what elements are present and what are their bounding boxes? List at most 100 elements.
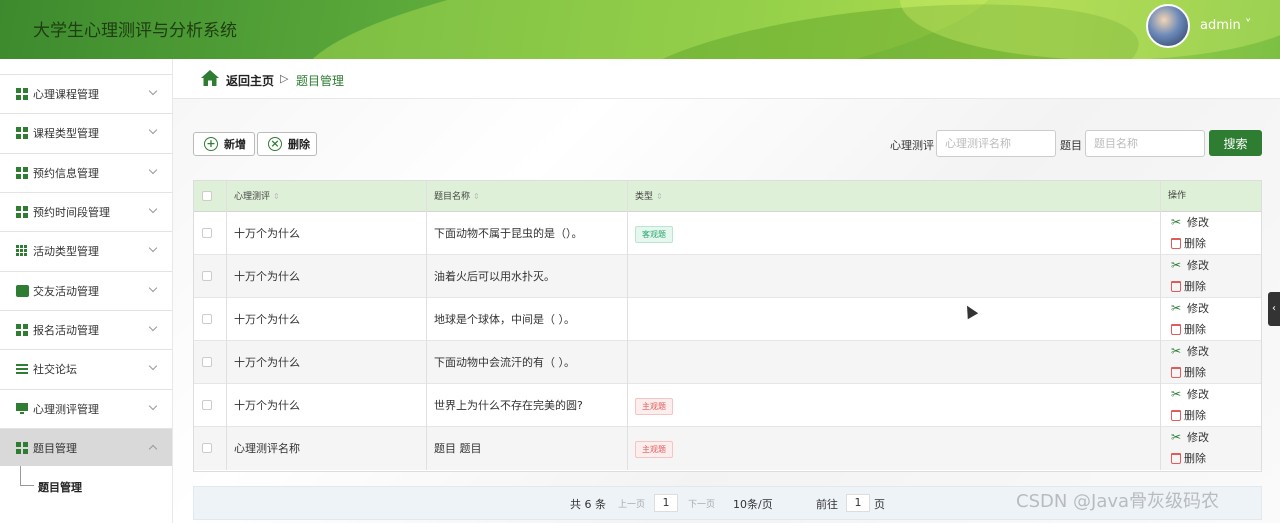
sidebar-item-social-activity[interactable]: 交友活动管理	[0, 271, 172, 309]
row-checkbox[interactable]	[202, 400, 212, 410]
edit-label: 修改	[1187, 388, 1209, 401]
row-delete-button[interactable]: 删除	[1171, 321, 1206, 337]
prev-page-button[interactable]: 上一页	[618, 497, 645, 510]
grid-icon	[16, 87, 29, 100]
chevron-down-icon	[148, 401, 158, 411]
wallet-icon	[16, 284, 29, 297]
table-header: 心理测评 ⇕ 题目名称 ⇕ 类型 ⇕ 操作	[194, 181, 1261, 212]
type-badge: 主观题	[635, 398, 673, 415]
col-assessment[interactable]: 心理测评 ⇕	[227, 181, 427, 212]
edit-button[interactable]: ✂ 修改	[1171, 343, 1209, 359]
sidebar-item-timeslot[interactable]: 预约时间段管理	[0, 192, 172, 230]
sidebar-item-booking[interactable]: 预约信息管理	[0, 153, 172, 191]
row-checkbox[interactable]	[202, 357, 212, 367]
grid-icon	[16, 323, 29, 336]
sort-icon: ⇕	[656, 192, 663, 201]
grid-icon	[16, 126, 29, 139]
delete-button[interactable]: × 删除	[257, 132, 317, 156]
row-checkbox-cell	[194, 212, 227, 255]
search-button[interactable]: 搜索	[1209, 130, 1262, 156]
sidebar-item-course-type[interactable]: 课程类型管理	[0, 113, 172, 151]
edit-button[interactable]: ✂ 修改	[1171, 429, 1209, 445]
cell-type	[628, 255, 1161, 298]
wrench-icon: ✂	[1171, 343, 1182, 358]
edit-button[interactable]: ✂ 修改	[1171, 300, 1209, 316]
sidebar-item-label: 心理测评管理	[33, 402, 99, 416]
wrench-icon: ✂	[1171, 429, 1182, 444]
row-checkbox[interactable]	[202, 443, 212, 453]
row-delete-button[interactable]: 删除	[1171, 364, 1206, 380]
edit-button[interactable]: ✂ 修改	[1171, 257, 1209, 273]
total-count: 共 6 条	[570, 498, 606, 511]
row-delete-button[interactable]: 删除	[1171, 278, 1206, 294]
tree-line	[20, 466, 34, 486]
cell-question: 题目 题目	[427, 427, 628, 470]
sidebar-item-forum[interactable]: 社交论坛	[0, 349, 172, 387]
cell-type: 主观题	[628, 384, 1161, 427]
cell-assessment: 十万个为什么	[227, 212, 427, 255]
sidebar-item-questions[interactable]: 题目管理	[0, 428, 172, 466]
goto-page-input[interactable]: 1	[846, 494, 870, 512]
row-checkbox[interactable]	[202, 228, 212, 238]
close-circle-icon: ×	[268, 137, 282, 151]
add-button[interactable]: + 新增	[193, 132, 255, 156]
row-delete-button[interactable]: 删除	[1171, 407, 1206, 423]
trash-icon	[1171, 237, 1181, 249]
row-checkbox-cell	[194, 427, 227, 470]
sidebar-item-activity-type[interactable]: 活动类型管理	[0, 231, 172, 269]
top-header: 大学生心理测评与分析系统 admin ˅	[0, 0, 1280, 59]
plus-icon: +	[204, 137, 218, 151]
grid-icon	[16, 166, 29, 179]
breadcrumb-home[interactable]: 返回主页	[226, 72, 274, 89]
edit-button[interactable]: ✂ 修改	[1171, 386, 1209, 402]
assessment-search-input[interactable]	[936, 130, 1056, 157]
cell-type	[628, 341, 1161, 384]
row-checkbox[interactable]	[202, 271, 212, 281]
sidebar-item-assessment[interactable]: 心理测评管理	[0, 389, 172, 427]
cell-assessment: 十万个为什么	[227, 255, 427, 298]
sidebar-item-label: 课程类型管理	[33, 126, 99, 140]
user-menu[interactable]: admin ˅	[1200, 18, 1251, 33]
trash-icon	[1171, 409, 1181, 421]
edit-label: 修改	[1187, 431, 1209, 444]
edit-label: 修改	[1187, 302, 1209, 315]
assessment-search-label: 心理测评	[890, 139, 934, 152]
next-page-button[interactable]: 下一页	[688, 497, 715, 510]
row-checkbox-cell	[194, 255, 227, 298]
table-row: 十万个为什么 地球是个球体，中间是（ ）。 ✂ 修改 删除	[194, 298, 1261, 341]
col-type[interactable]: 类型 ⇕	[628, 181, 1161, 212]
sort-icon: ⇕	[273, 192, 280, 201]
type-badge: 主观题	[635, 441, 673, 458]
sidebar-subitem-label: 题目管理	[38, 481, 82, 494]
row-checkbox-cell	[194, 298, 227, 341]
cell-type	[628, 298, 1161, 341]
page-size-select[interactable]: 10条/页	[733, 496, 773, 512]
add-button-label: 新增	[224, 138, 246, 151]
sidebar-item-label: 心理课程管理	[33, 87, 99, 101]
current-page[interactable]: 1	[654, 494, 678, 512]
sidebar-item-label: 题目管理	[33, 441, 77, 455]
collapse-tab[interactable]: ‹	[1268, 292, 1280, 326]
table-row: 十万个为什么 世界上为什么不存在完美的圆? 主观题 ✂ 修改 删除	[194, 384, 1261, 427]
sidebar-item-course[interactable]: 心理课程管理	[0, 74, 172, 112]
sidebar-item-signup[interactable]: 报名活动管理	[0, 310, 172, 348]
col-assessment-label: 心理测评	[234, 192, 271, 202]
avatar[interactable]	[1146, 4, 1190, 48]
list-icon	[16, 362, 29, 375]
row-checkbox[interactable]	[202, 314, 212, 324]
sidebar-item-label: 交友活动管理	[33, 284, 99, 298]
row-delete-button[interactable]: 删除	[1171, 450, 1206, 466]
header-checkbox-cell	[194, 181, 227, 212]
select-all-checkbox[interactable]	[202, 191, 212, 201]
wrench-icon: ✂	[1171, 257, 1182, 272]
app-title: 大学生心理测评与分析系统	[33, 21, 237, 41]
edit-button[interactable]: ✂ 修改	[1171, 214, 1209, 230]
home-icon[interactable]	[201, 70, 219, 86]
row-delete-button[interactable]: 删除	[1171, 235, 1206, 251]
sidebar-subitem-questions[interactable]: 题目管理	[0, 466, 172, 506]
col-actions: 操作	[1161, 181, 1261, 212]
question-search-input[interactable]	[1085, 130, 1205, 157]
col-question[interactable]: 题目名称 ⇕	[427, 181, 628, 212]
chevron-down-icon	[148, 125, 158, 135]
delete-label: 删除	[1184, 237, 1206, 250]
